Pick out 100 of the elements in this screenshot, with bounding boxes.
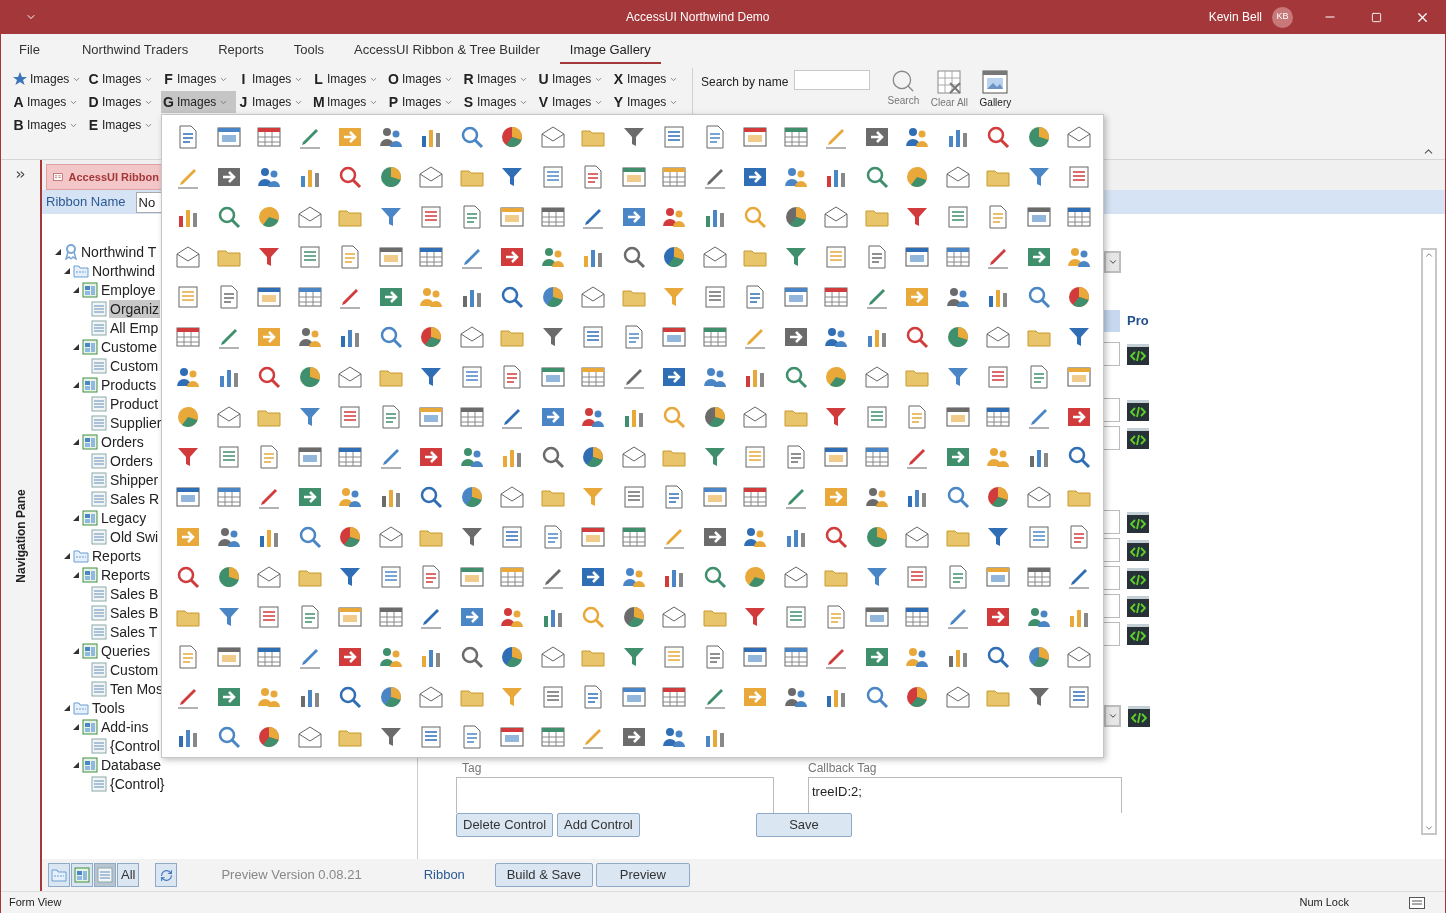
all-filter-button[interactable]: All <box>117 863 140 887</box>
letter-label: E <box>88 115 99 135</box>
tree-item[interactable]: {Control <box>109 736 161 755</box>
tree-item[interactable]: {Control} <box>109 774 166 793</box>
tree-item[interactable]: Employe <box>100 280 157 299</box>
expander-icon[interactable] <box>72 437 80 446</box>
save-button[interactable]: Save <box>756 813 852 837</box>
images-dropdown[interactable]: S Images <box>461 91 536 113</box>
callback-tag-field[interactable]: treeID:2; <box>808 777 1122 813</box>
scrollbar[interactable] <box>1421 248 1437 835</box>
code-button[interactable] <box>1127 511 1149 533</box>
images-dropdown[interactable]: B Images <box>11 114 86 136</box>
scroll-down-icon[interactable] <box>1424 823 1434 833</box>
code-button[interactable] <box>1127 567 1149 589</box>
ribbon-tab[interactable]: Reports <box>208 38 274 64</box>
window-title: AccessUI Northwind Demo <box>626 9 770 26</box>
refresh-button[interactable] <box>155 863 178 887</box>
images-dropdown[interactable]: L Images <box>311 68 386 90</box>
images-dropdown[interactable]: D Images <box>86 91 161 113</box>
form-button[interactable]: Add Control <box>557 813 640 837</box>
form-icon <box>91 604 107 621</box>
tree-item[interactable]: Reports <box>91 546 143 565</box>
images-dropdown[interactable]: Y Images <box>611 91 686 113</box>
expander-icon[interactable] <box>72 513 80 522</box>
expander-icon[interactable] <box>72 285 80 294</box>
ribbon-tab[interactable]: Image Gallery <box>559 38 661 64</box>
images-dropdown[interactable]: M Images <box>311 91 386 113</box>
ribbon-tab[interactable]: File <box>9 38 50 64</box>
tree-item[interactable]: Queries <box>100 641 152 660</box>
control-filter-button[interactable] <box>94 863 116 887</box>
images-dropdown[interactable]: I Images <box>236 68 311 90</box>
expander-icon[interactable] <box>72 342 80 351</box>
code-button[interactable] <box>1127 343 1149 365</box>
tree-item[interactable]: Database <box>100 755 162 774</box>
dropdown-button[interactable] <box>1104 251 1121 273</box>
images-dropdown[interactable]: C Images <box>86 68 161 90</box>
expand-pane-icon[interactable] <box>14 168 27 181</box>
expander-icon[interactable] <box>72 760 80 769</box>
scroll-up-icon[interactable] <box>1424 250 1434 260</box>
ribbon-tab[interactable]: Tools <box>283 38 335 64</box>
tree-item[interactable]: Northwind <box>91 261 157 280</box>
images-dropdown[interactable]: O Images <box>386 68 461 90</box>
expander-icon[interactable] <box>54 247 62 256</box>
group-filter-button[interactable] <box>71 863 93 887</box>
images-dropdown[interactable]: F Images <box>161 68 236 90</box>
tree-item[interactable]: Reports <box>100 565 152 584</box>
images-dropdown[interactable]: P Images <box>386 91 461 113</box>
tree-item[interactable]: Sales R <box>109 489 161 508</box>
tree-item[interactable]: Northwind T <box>80 242 158 261</box>
expander-icon[interactable] <box>72 380 80 389</box>
tree-item[interactable]: Tools <box>91 698 126 717</box>
images-dropdown[interactable]: Images <box>11 68 86 90</box>
images-dropdown[interactable]: X Images <box>611 68 686 90</box>
images-dropdown[interactable]: R Images <box>461 68 536 90</box>
expander-icon[interactable] <box>63 551 71 560</box>
tree-item[interactable]: Products <box>100 375 158 394</box>
code-button[interactable] <box>1127 623 1149 645</box>
dropdown-button[interactable] <box>1104 705 1121 727</box>
tree-item[interactable]: Custom <box>109 660 160 679</box>
images-dropdown[interactable]: A Images <box>11 91 86 113</box>
code-button[interactable] <box>1127 595 1149 617</box>
code-button[interactable] <box>1127 539 1149 561</box>
tree-item[interactable]: Sales T <box>109 622 159 641</box>
ribbon-link[interactable]: Ribbon <box>423 865 465 885</box>
expander-icon[interactable] <box>72 722 80 731</box>
gallery-button[interactable]: Gallery <box>974 68 1017 108</box>
images-dropdown[interactable]: V Images <box>536 91 611 113</box>
expander-icon[interactable] <box>72 646 80 655</box>
tree-item[interactable]: Organiz <box>109 299 161 318</box>
tree-item[interactable]: Orders <box>100 432 145 451</box>
ribbon-tab[interactable]: Northwind Traders <box>71 38 199 64</box>
search-field[interactable] <box>794 70 871 90</box>
tree-item[interactable]: Product <box>109 394 160 413</box>
code-button[interactable] <box>1128 705 1150 727</box>
ribbon-tab[interactable]: AccessUI Ribbon & Tree Builder <box>344 38 550 64</box>
images-dropdown[interactable]: U Images <box>536 68 611 90</box>
tree-item[interactable]: Add-ins <box>100 717 150 736</box>
tree-item[interactable]: Shipper <box>109 470 160 489</box>
footer-button[interactable]: Build & Save <box>494 863 593 887</box>
code-button[interactable] <box>1127 427 1149 449</box>
expander-icon[interactable] <box>63 703 71 712</box>
images-dropdown[interactable]: E Images <box>86 114 161 136</box>
tree-item[interactable]: Legacy <box>100 508 148 527</box>
tree-item[interactable]: All Emp <box>109 318 160 337</box>
tree-item[interactable]: Orders <box>109 451 154 470</box>
tree-item[interactable]: Sales B <box>109 584 160 603</box>
tree-item[interactable]: Custome <box>100 337 159 356</box>
code-button[interactable] <box>1127 399 1149 421</box>
expander-icon[interactable] <box>72 570 80 579</box>
images-dropdown[interactable]: J Images <box>236 91 311 113</box>
form-button[interactable]: Delete Control <box>456 813 554 837</box>
images-dropdown[interactable]: G Images <box>161 91 236 113</box>
expander-icon[interactable] <box>63 266 71 275</box>
tab-filter-button[interactable] <box>48 863 70 887</box>
tree-item[interactable]: Custom <box>109 356 160 375</box>
footer-button[interactable]: Preview <box>595 863 690 887</box>
form-view-icon[interactable] <box>1409 896 1425 909</box>
tree-item[interactable]: Old Swi <box>109 527 160 546</box>
tree-item[interactable]: Sales B <box>109 603 160 622</box>
tree-item[interactable]: Supplier <box>109 413 163 432</box>
